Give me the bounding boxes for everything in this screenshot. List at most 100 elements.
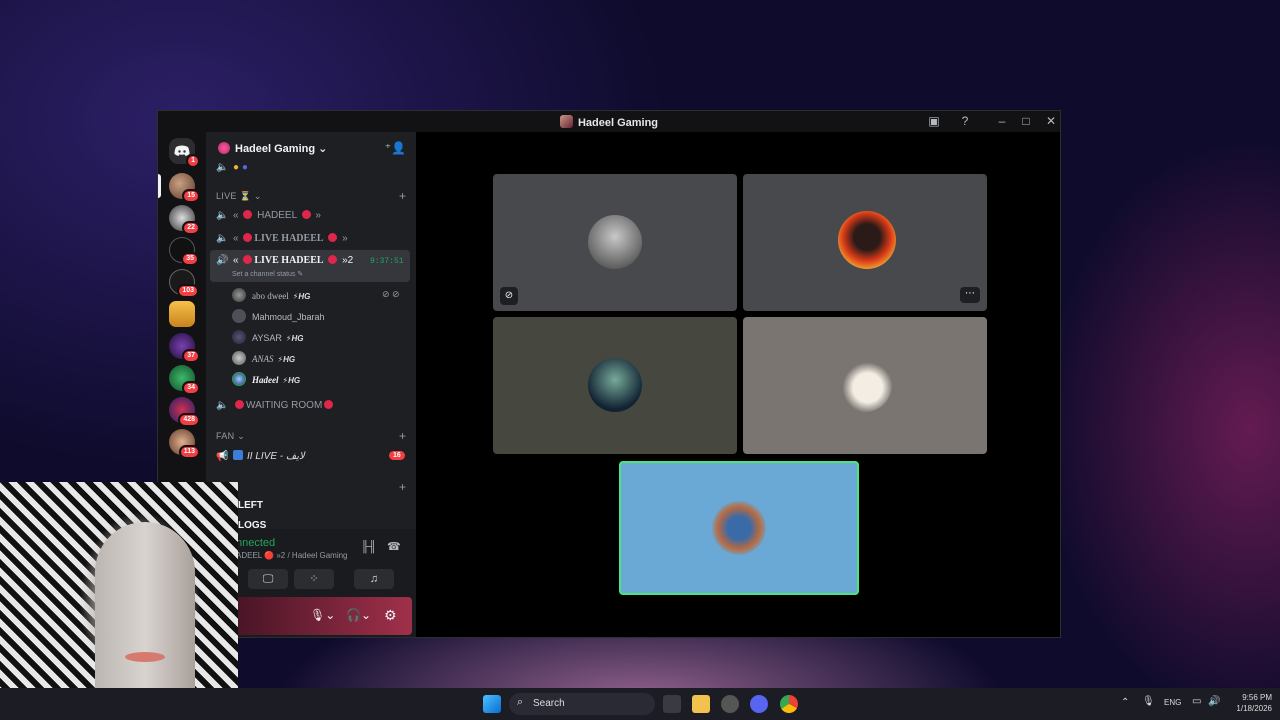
search-placeholder: Search bbox=[533, 698, 565, 709]
server-header[interactable]: Hadeel Gaming ⌄ ⁺👤 bbox=[206, 132, 416, 166]
voice-member[interactable]: AYSAR ⚡HG bbox=[232, 330, 303, 344]
add-channel-icon[interactable]: + bbox=[399, 429, 406, 443]
live-dot bbox=[324, 400, 334, 409]
category-live[interactable]: LIVE ⏳ ⌄ bbox=[216, 191, 262, 202]
server-icon-8[interactable]: 428 bbox=[169, 397, 200, 427]
server-icon-9[interactable]: 113 bbox=[169, 429, 200, 459]
channel-waiting-room[interactable]: 🔈 WAITING ROOM bbox=[216, 400, 335, 411]
participant-tile-speaking[interactable] bbox=[619, 461, 859, 595]
member-name: AYSAR bbox=[252, 333, 282, 343]
speaker-icon: 🔈 bbox=[216, 210, 229, 221]
close-icon[interactable]: ✕ bbox=[1043, 114, 1059, 128]
webcam-overlay bbox=[0, 482, 238, 720]
task-view-icon[interactable] bbox=[663, 695, 681, 713]
participant-tile[interactable] bbox=[493, 317, 737, 454]
chrome-icon[interactable] bbox=[780, 695, 798, 713]
screen-share-button[interactable]: 🖵 bbox=[248, 569, 288, 589]
channel-status-text: Set a channel status bbox=[232, 271, 296, 278]
server-icon bbox=[559, 115, 573, 128]
server-icon-5[interactable] bbox=[169, 301, 195, 327]
discord-window: Hadeel Gaming ▣ ? – □ ✕ 1 15 22 35 103 3… bbox=[157, 110, 1061, 638]
add-channel-icon[interactable]: + bbox=[399, 480, 406, 494]
microphone-icon[interactable]: 🎙⌄ bbox=[310, 608, 335, 622]
volume-icon[interactable]: 🔊 bbox=[1208, 696, 1220, 707]
voice-member[interactable]: ANAS ⚡HG bbox=[232, 351, 295, 365]
channel-left[interactable]: LEFT bbox=[238, 500, 263, 511]
add-member-icon[interactable]: ⁺👤 bbox=[385, 141, 406, 155]
minimize-icon[interactable]: – bbox=[994, 114, 1010, 128]
member-tag: ⚡HG bbox=[277, 355, 296, 364]
avatar bbox=[232, 351, 246, 365]
avatar bbox=[232, 288, 246, 302]
voice-status: nnected bbox=[236, 537, 276, 549]
channel-suffix: » bbox=[315, 210, 321, 221]
category-fan-label: FAN bbox=[216, 431, 235, 441]
language-indicator[interactable]: ENG bbox=[1164, 698, 1181, 707]
selected-pill bbox=[158, 174, 161, 198]
server-badge: 103 bbox=[177, 284, 199, 298]
disconnect-icon[interactable]: ☎ bbox=[387, 540, 401, 553]
avatar bbox=[232, 309, 246, 323]
server-badge: 35 bbox=[181, 252, 199, 266]
channel-live-hadeel-2[interactable]: 🔊 « LIVE HADEEL »2 bbox=[216, 255, 353, 266]
channel-hadeel[interactable]: 🔈 « HADEEL » bbox=[216, 210, 321, 221]
speaker-icon: 🔈 bbox=[216, 233, 229, 244]
server-icon-2[interactable]: 22 bbox=[169, 205, 200, 235]
home-button[interactable]: 1 bbox=[169, 138, 200, 168]
channel-prefix: « bbox=[233, 233, 239, 244]
tray-chevron-icon[interactable]: ⌃ bbox=[1121, 697, 1129, 708]
participant-tile[interactable] bbox=[743, 317, 987, 454]
voice-member[interactable]: Mahmoud_Jbarah bbox=[232, 309, 325, 323]
more-options-icon[interactable]: ⋯ bbox=[960, 287, 980, 303]
clock[interactable]: 9:56 PM 1/18/2026 bbox=[1226, 692, 1272, 714]
channel-suffix: » bbox=[342, 233, 348, 244]
avatar bbox=[232, 330, 246, 344]
soundboard-button[interactable]: ♫ bbox=[354, 569, 394, 589]
participant-tile[interactable]: ⊘ bbox=[493, 174, 737, 311]
server-icon-6[interactable]: 37 bbox=[169, 333, 200, 363]
channel-live-hadeel[interactable]: 🔈 « LIVE HADEEL » bbox=[216, 233, 348, 244]
titlebar: Hadeel Gaming ▣ ? – □ ✕ bbox=[158, 111, 1060, 132]
server-badge: 22 bbox=[182, 221, 200, 235]
avatar bbox=[588, 358, 642, 412]
add-channel-icon[interactable]: + bbox=[399, 189, 406, 203]
app-icon[interactable] bbox=[721, 695, 739, 713]
server-icon-1[interactable]: 15 bbox=[169, 173, 200, 203]
speaker-icon: 🔊 bbox=[216, 255, 229, 266]
category-live-label: LIVE ⏳ bbox=[216, 191, 252, 201]
channel-fan-live[interactable]: 📢 II LIVE - لايف bbox=[216, 450, 305, 462]
server-badge: 113 bbox=[178, 445, 200, 459]
member-name: abo dweel bbox=[252, 291, 289, 301]
server-icon-4[interactable]: 103 bbox=[169, 269, 199, 298]
headphones-icon[interactable]: 🎧⌄ bbox=[346, 608, 371, 622]
server-badge: 37 bbox=[182, 349, 200, 363]
help-icon[interactable]: ? bbox=[957, 114, 973, 128]
channel-prefix: « bbox=[233, 210, 239, 221]
server-icon-7[interactable]: 34 bbox=[169, 365, 200, 395]
channel-suffix: »2 bbox=[342, 255, 354, 266]
search-box[interactable]: ⌕ Search bbox=[509, 693, 655, 715]
discord-taskbar-icon[interactable] bbox=[750, 695, 768, 713]
microphone-tray-icon[interactable]: 🎙 bbox=[1142, 696, 1155, 707]
voice-member[interactable]: Hadeel ⚡HG bbox=[232, 372, 300, 386]
inbox-icon[interactable]: ▣ bbox=[926, 114, 942, 128]
partial-channel-row: 🔈 ● ● bbox=[216, 162, 248, 173]
channel-prefix: « bbox=[233, 255, 239, 266]
participant-tile[interactable]: ⋯ bbox=[743, 174, 987, 311]
activities-button[interactable]: ⁘ bbox=[294, 569, 334, 589]
network-icon[interactable]: ▭ bbox=[1192, 696, 1201, 707]
channel-name: II LIVE - لايف bbox=[247, 451, 305, 462]
voice-member[interactable]: abo dweel ⚡HG bbox=[232, 288, 310, 302]
live-dot bbox=[235, 400, 244, 409]
file-explorer-icon[interactable] bbox=[692, 695, 710, 713]
video-off-icon: ⊘ bbox=[500, 287, 518, 305]
server-icon-3[interactable]: 35 bbox=[169, 237, 199, 266]
server-avatar bbox=[218, 142, 230, 154]
channel-status[interactable]: Set a channel status ✎ bbox=[232, 270, 303, 278]
category-fan[interactable]: FAN ⌄ bbox=[216, 431, 245, 442]
voice-signal-icon[interactable]: ╟╢ bbox=[361, 541, 377, 553]
member-tag: ⚡HG bbox=[282, 376, 301, 385]
start-icon[interactable] bbox=[483, 695, 501, 713]
maximize-icon[interactable]: □ bbox=[1018, 114, 1034, 128]
settings-gear-icon[interactable]: ⚙ bbox=[384, 607, 397, 624]
